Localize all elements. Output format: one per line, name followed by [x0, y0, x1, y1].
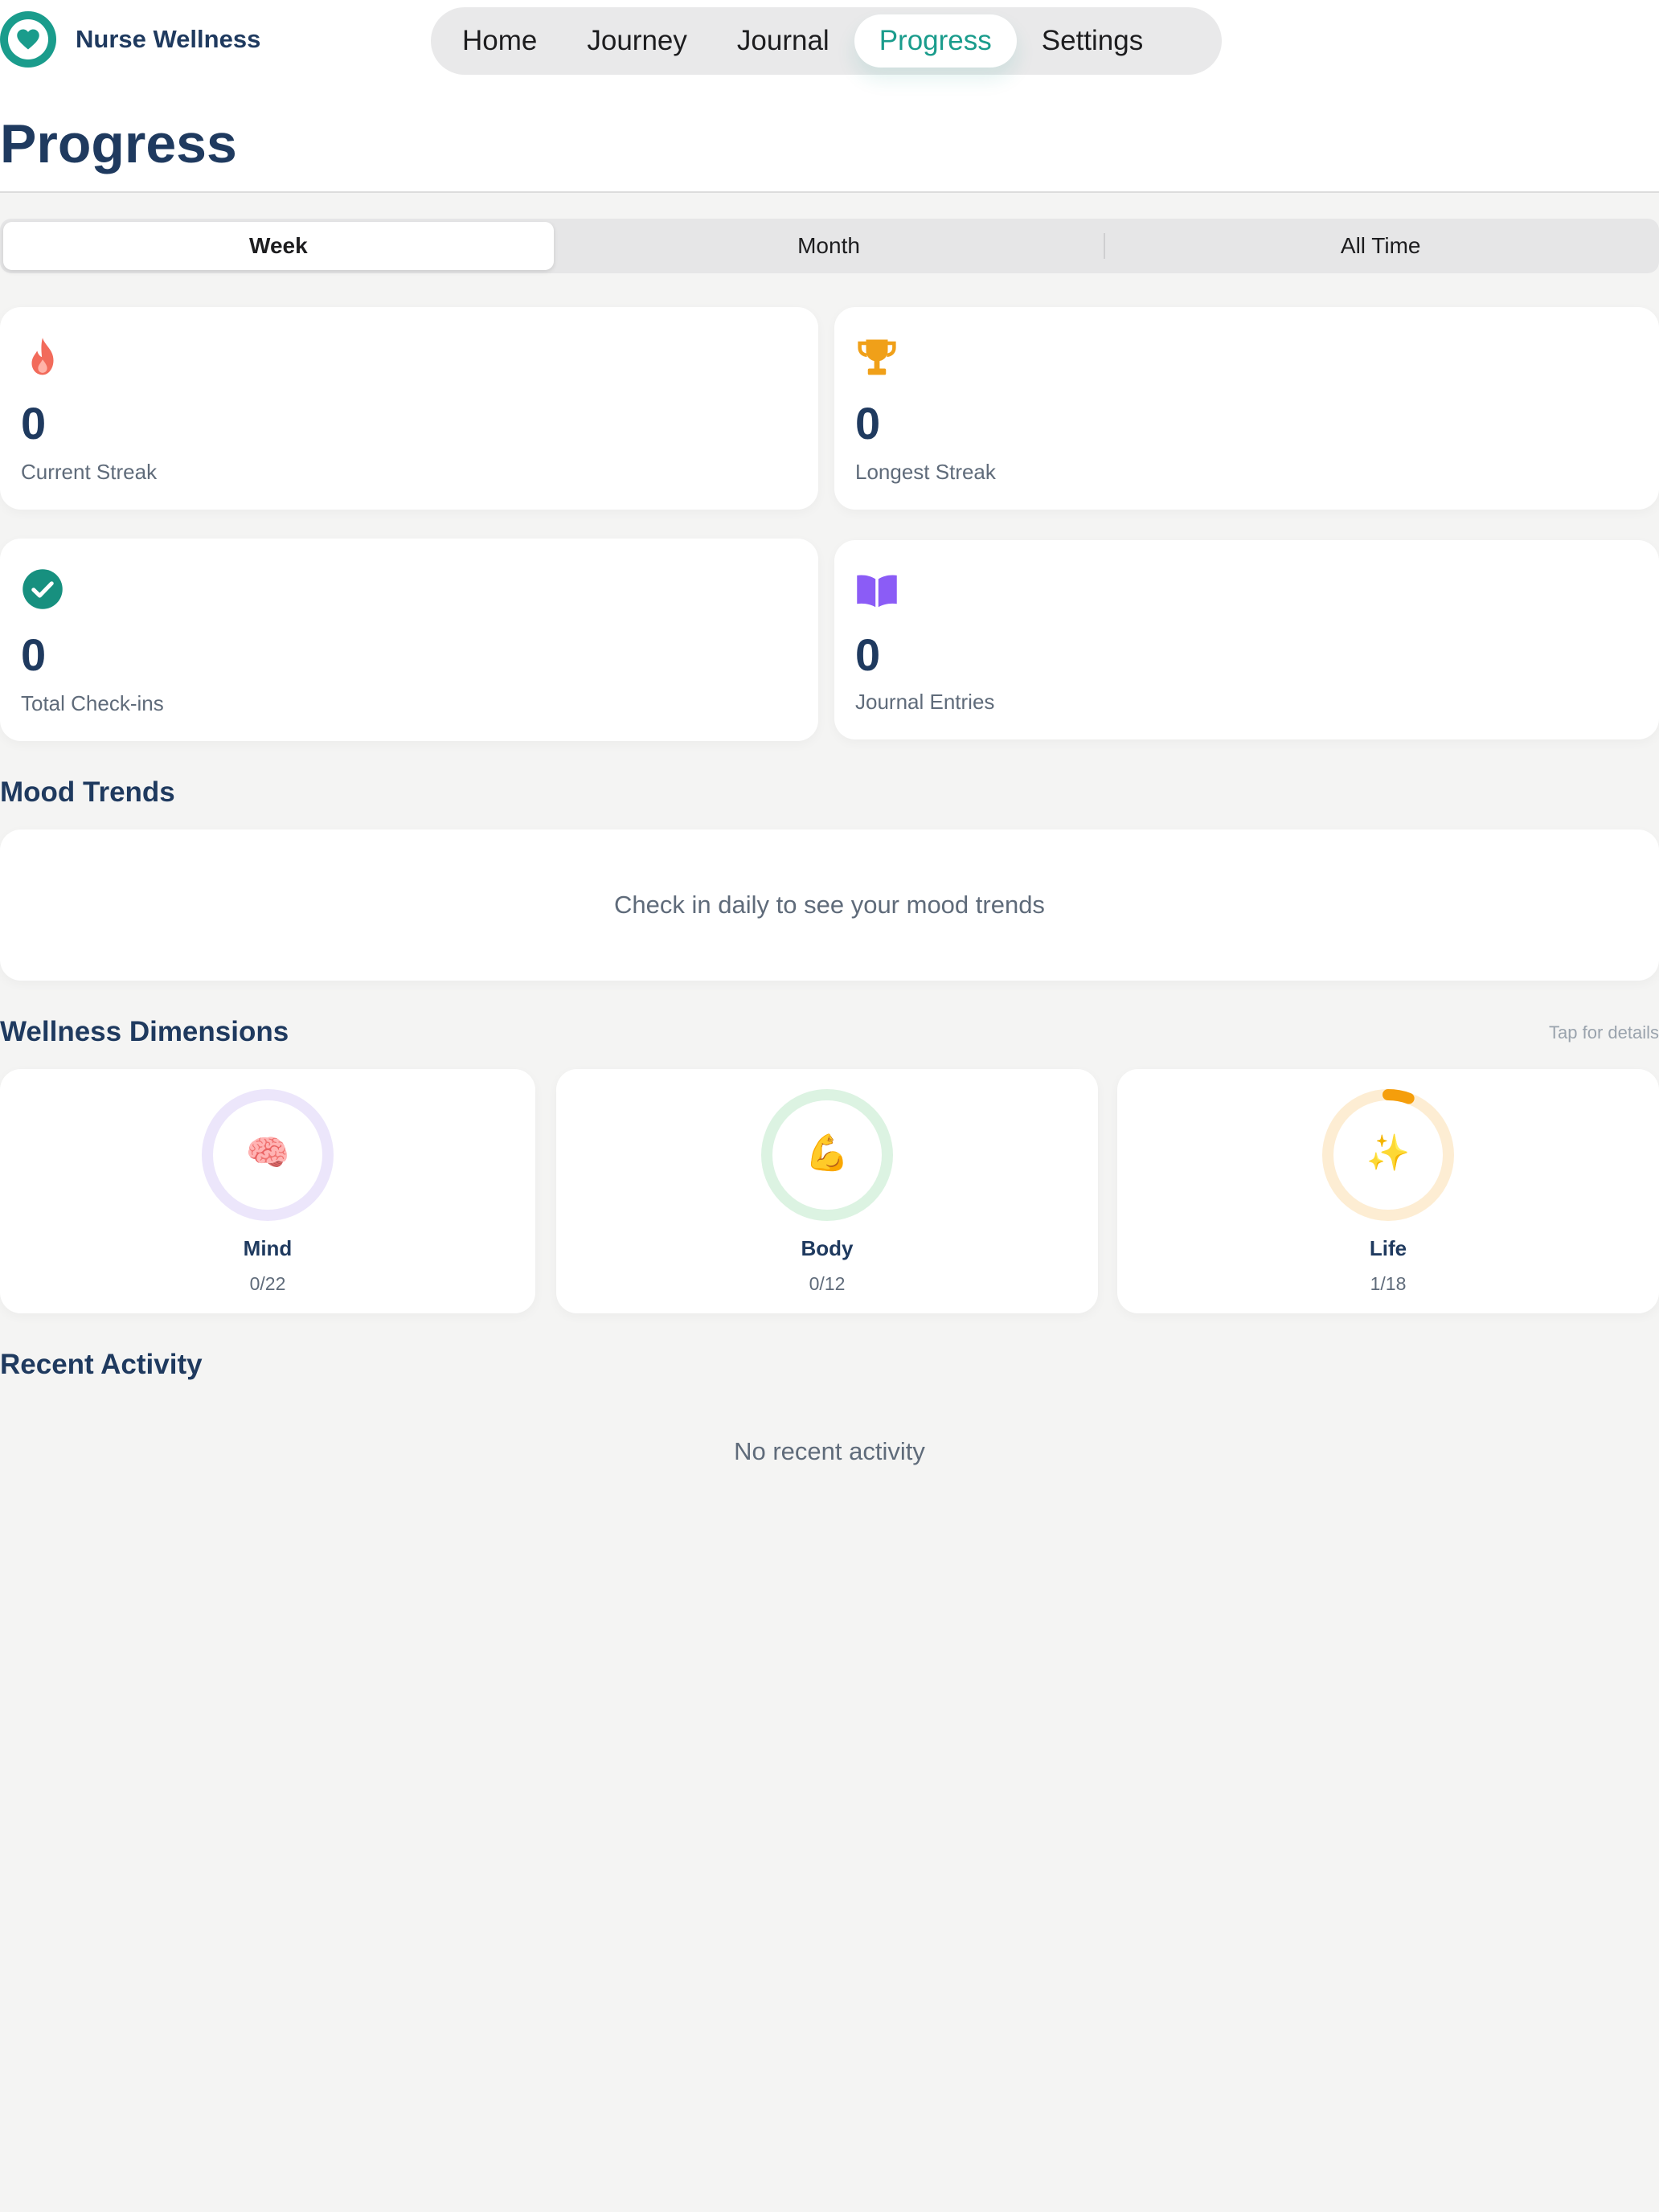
check-circle-icon: [23, 569, 63, 609]
brain-icon: 🧠: [245, 1133, 290, 1173]
sparkles-icon: ✨: [1366, 1133, 1411, 1173]
brand-name: Nurse Wellness: [76, 25, 261, 53]
app-header: Nurse Wellness Home Journey Journal Prog…: [0, 0, 1659, 193]
dimension-card-life[interactable]: ✨ Life 1/18: [1117, 1069, 1659, 1313]
stat-value: 0: [21, 629, 47, 680]
dimension-count: 0/12: [809, 1273, 846, 1294]
range-month[interactable]: Month: [554, 222, 1104, 270]
stat-value: 0: [21, 398, 47, 449]
brand[interactable]: Nurse Wellness: [0, 11, 260, 68]
dimension-count: 1/18: [1370, 1273, 1407, 1294]
nav-progress[interactable]: Progress: [854, 14, 1017, 68]
tap-for-details-hint: Tap for details: [1549, 1022, 1659, 1043]
recent-empty-message: No recent activity: [734, 1437, 925, 1465]
top-nav: Home Journey Journal Progress Settings: [431, 7, 1222, 75]
nav-journal[interactable]: Journal: [712, 14, 854, 68]
nav-journey[interactable]: Journey: [562, 14, 712, 68]
mood-empty-message: Check in daily to see your mood trends: [614, 891, 1045, 919]
wellness-dimensions-heading: Wellness Dimensions: [0, 1016, 289, 1047]
stat-label: Longest Streak: [855, 460, 996, 484]
nav-home[interactable]: Home: [437, 14, 562, 68]
stat-label: Total Check-ins: [21, 691, 164, 715]
stat-label: Current Streak: [21, 460, 158, 484]
flame-icon: [31, 338, 54, 375]
recent-activity-heading: Recent Activity: [0, 1349, 203, 1380]
dimension-name: Mind: [243, 1236, 293, 1260]
stat-card-current-streak: 0 Current Streak: [0, 307, 818, 510]
page-title: Progress: [0, 113, 237, 174]
range-week[interactable]: Week: [3, 222, 554, 270]
dimension-name: Body: [801, 1236, 854, 1260]
flexed-arm-icon: 💪: [805, 1133, 850, 1173]
stat-card-journal-entries: 0 Journal Entries: [834, 540, 1659, 739]
stat-value: 0: [855, 629, 881, 680]
stat-card-total-check-ins: 0 Total Check-ins: [0, 539, 818, 741]
dimension-card-body[interactable]: 💪 Body 0/12: [556, 1069, 1098, 1313]
stat-label: Journal Entries: [855, 690, 995, 714]
nav-settings[interactable]: Settings: [1017, 14, 1168, 68]
open-book-icon: [857, 575, 897, 608]
stat-value: 0: [855, 398, 881, 449]
dimension-card-mind[interactable]: 🧠 Mind 0/22: [0, 1069, 535, 1313]
mood-trends-heading: Mood Trends: [0, 776, 175, 808]
dimension-count: 0/22: [249, 1273, 286, 1294]
range-all-time[interactable]: All Time: [1105, 222, 1656, 270]
dimension-name: Life: [1369, 1236, 1407, 1260]
heart-logo-icon: [0, 11, 56, 68]
trophy-icon: [858, 339, 896, 375]
mood-trends-card: Check in daily to see your mood trends: [0, 830, 1659, 981]
stat-card-longest-streak: 0 Longest Streak: [834, 307, 1659, 510]
time-range-selector: Week Month All Time: [0, 219, 1659, 273]
